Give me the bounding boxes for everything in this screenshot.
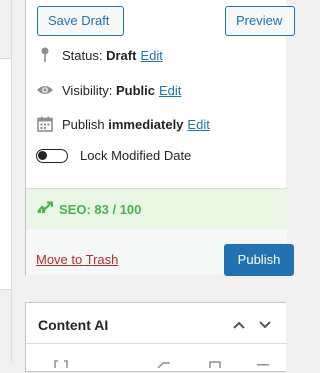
chevron-up-icon[interactable] bbox=[231, 317, 247, 333]
publish-time-edit-link[interactable]: Edit bbox=[187, 117, 209, 132]
publish-button[interactable]: Publish bbox=[224, 244, 294, 276]
visibility-edit-link[interactable]: Edit bbox=[159, 83, 181, 98]
calendar-icon bbox=[36, 115, 54, 133]
preview-button[interactable]: Preview bbox=[225, 6, 295, 36]
move-to-trash-link[interactable]: Move to Trash bbox=[36, 252, 118, 267]
left-panel-notch bbox=[0, 58, 11, 290]
pin-icon bbox=[36, 46, 54, 64]
lock-modified-row: Lock Modified Date bbox=[36, 148, 191, 163]
publish-time-value: immediately bbox=[108, 116, 184, 132]
lock-modified-toggle[interactable] bbox=[36, 148, 68, 163]
content-ai-title: Content AI bbox=[38, 317, 109, 333]
status-label: Status: bbox=[62, 47, 103, 63]
status-edit-link[interactable]: Edit bbox=[140, 48, 162, 63]
publish-meta-box: Save Draft Preview Status: Draft Edit Vi… bbox=[25, 0, 295, 276]
save-draft-button[interactable]: Save Draft bbox=[37, 6, 124, 36]
visibility-value: Public bbox=[115, 82, 155, 98]
status-row: Status: Draft Edit bbox=[36, 46, 163, 64]
publish-time-row: Publish immediately Edit bbox=[36, 115, 210, 133]
eye-icon bbox=[36, 81, 54, 99]
lock-modified-label: Lock Modified Date bbox=[80, 148, 192, 163]
chevron-down-icon[interactable] bbox=[257, 317, 273, 333]
seo-chart-icon bbox=[37, 200, 53, 218]
visibility-label: Visibility: bbox=[62, 82, 113, 98]
content-ai-toolbar bbox=[26, 355, 287, 370]
visibility-row: Visibility: Public Edit bbox=[36, 81, 181, 99]
status-value: Draft bbox=[106, 47, 137, 63]
content-ai-divider bbox=[26, 343, 287, 344]
left-panel-edge bbox=[0, 0, 12, 362]
seo-score-label: SEO: 83 / 100 bbox=[59, 201, 142, 217]
publish-time-label: Publish bbox=[62, 116, 105, 132]
seo-score-bar[interactable]: SEO: 83 / 100 bbox=[26, 188, 287, 230]
